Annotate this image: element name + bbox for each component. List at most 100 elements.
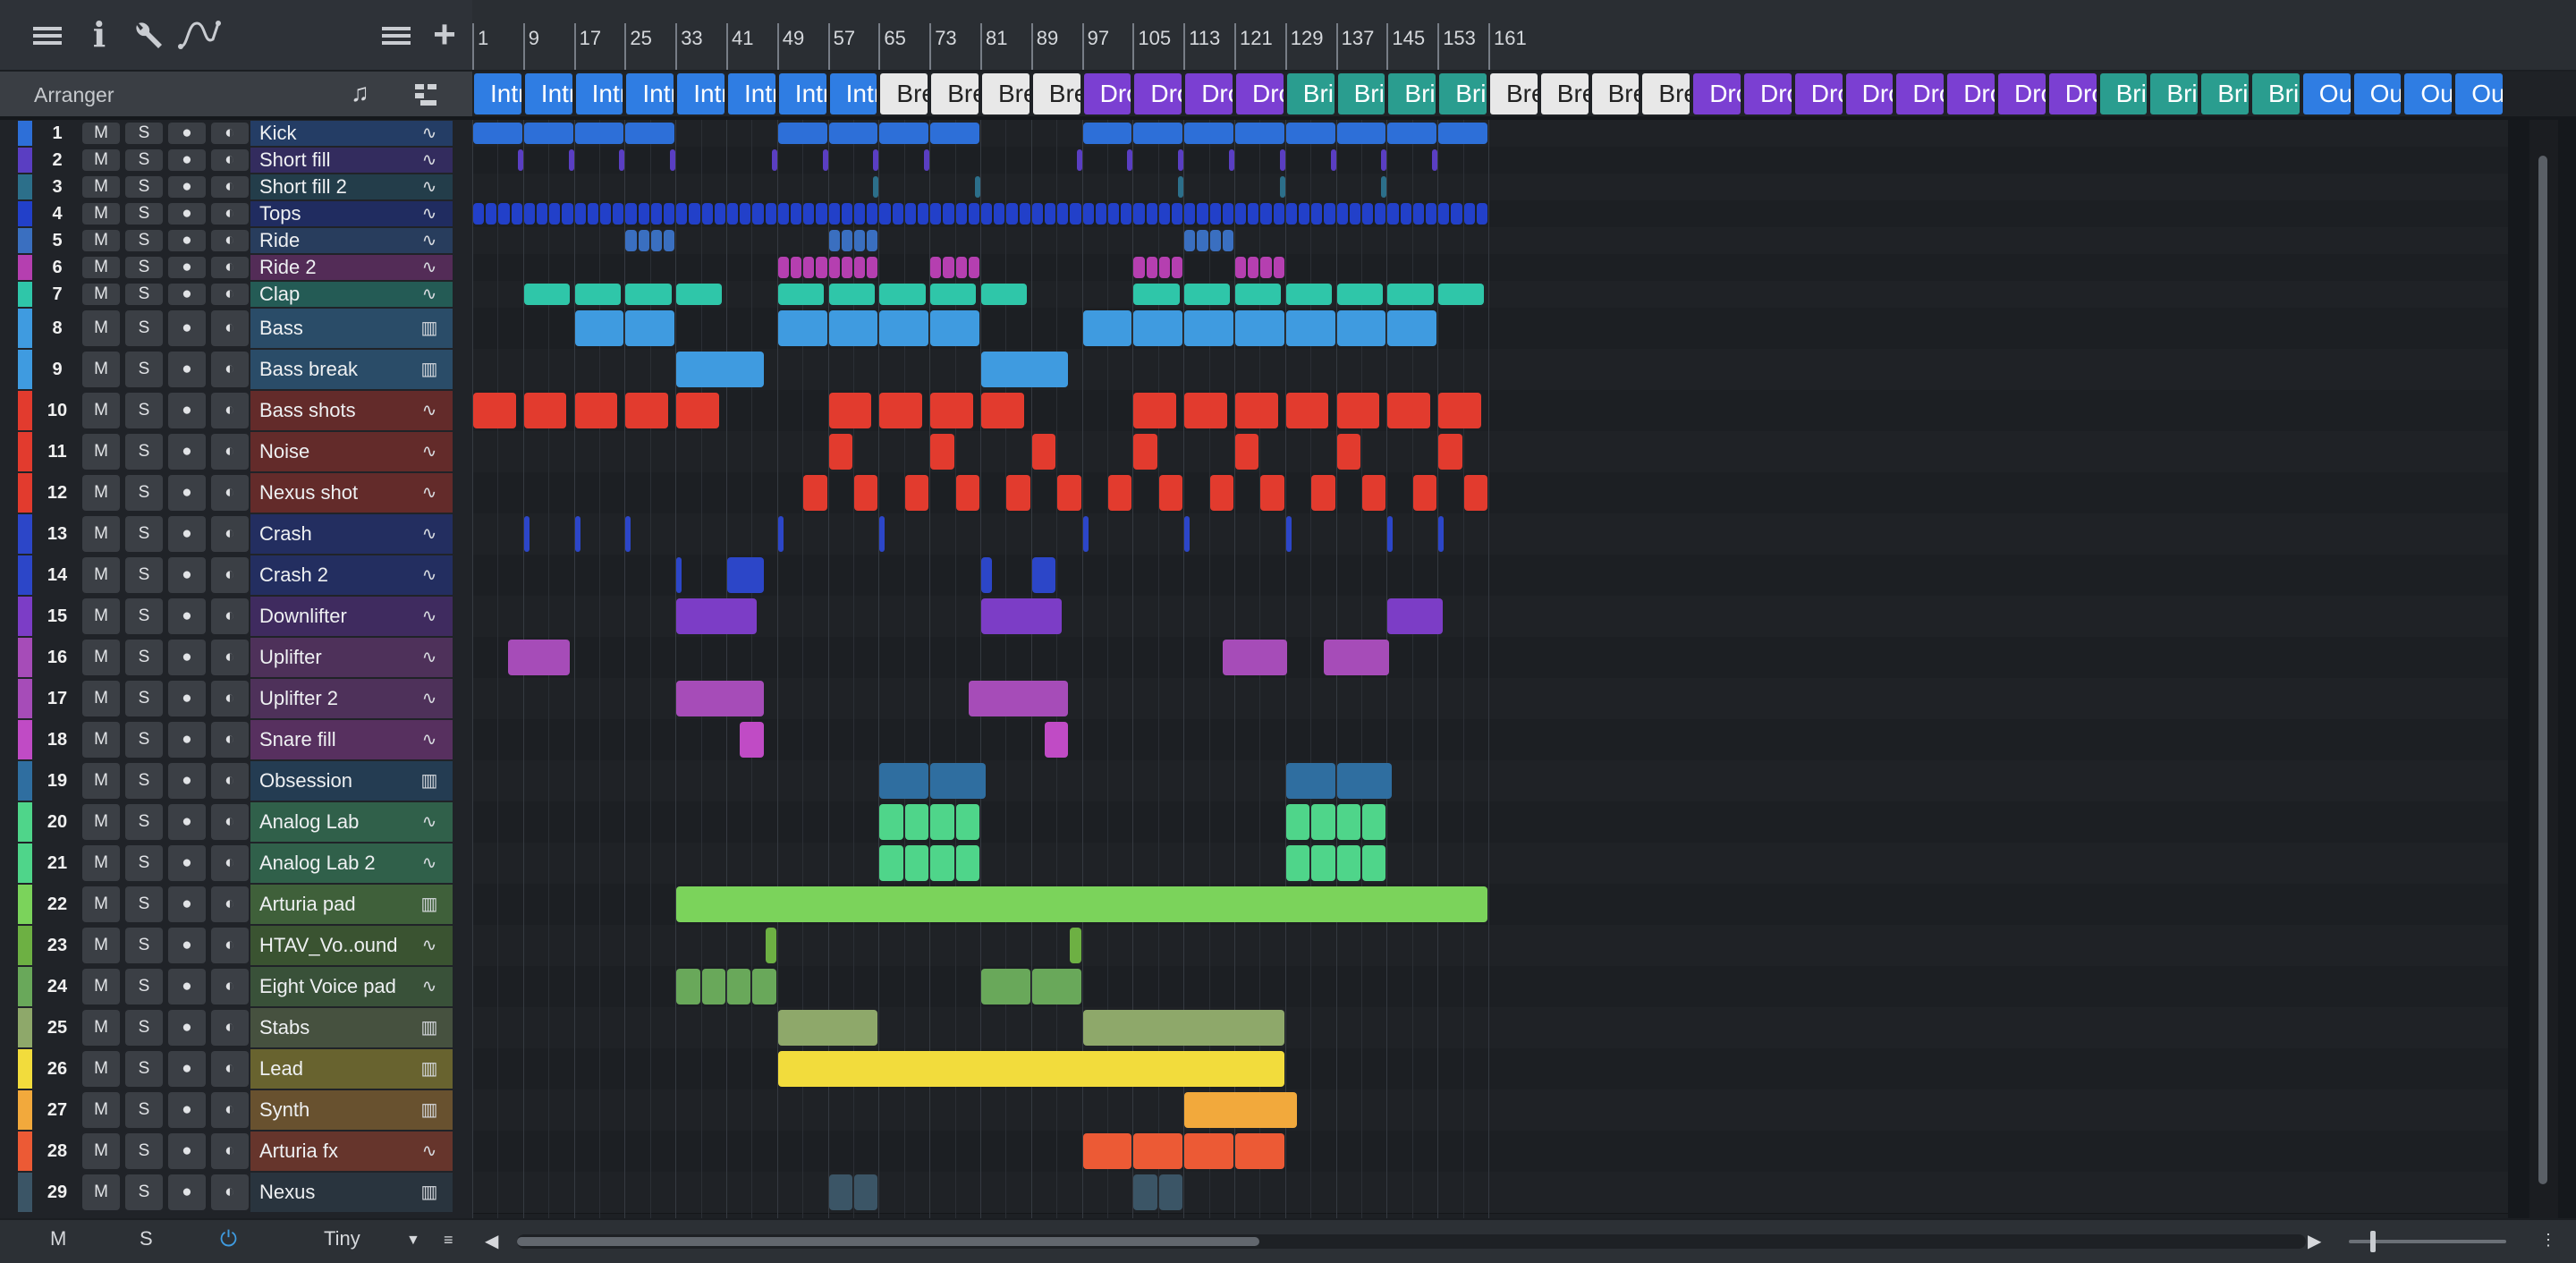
event-clip[interactable] (1031, 557, 1056, 593)
solo-button[interactable]: S (125, 1133, 163, 1169)
event-clip[interactable] (854, 203, 866, 225)
mute-button[interactable]: M (82, 434, 120, 470)
vertical-scroll-thumb[interactable] (2538, 156, 2547, 1184)
event-clip[interactable] (1336, 203, 1348, 225)
event-clip[interactable] (574, 516, 580, 552)
record-arm-button[interactable]: ● (168, 284, 206, 305)
event-clip[interactable] (574, 393, 618, 428)
solo-button[interactable]: S (125, 149, 163, 171)
event-clip[interactable] (1172, 257, 1183, 278)
event-clip[interactable] (1412, 203, 1424, 225)
event-clip[interactable] (828, 310, 878, 346)
event-clip[interactable] (498, 203, 510, 225)
list-options-icon[interactable]: ≡ (444, 1231, 453, 1250)
event-clip[interactable] (1031, 969, 1081, 1004)
event-clip[interactable] (828, 203, 840, 225)
track-row[interactable]: 4 M S ● ◐ Tops ∿ (0, 200, 472, 227)
monitor-button[interactable]: ◐ (211, 763, 249, 799)
event-clip[interactable] (803, 257, 815, 278)
event-clip[interactable] (1285, 284, 1333, 305)
event-clip[interactable] (1438, 203, 1450, 225)
solo-button[interactable]: S (125, 886, 163, 922)
event-clip[interactable] (994, 203, 1005, 225)
event-clip[interactable] (1311, 475, 1335, 511)
event-clip[interactable] (854, 230, 866, 251)
info-icon[interactable]: i (77, 13, 122, 57)
event-clip[interactable] (1082, 203, 1094, 225)
mute-button[interactable]: M (82, 203, 120, 225)
record-arm-button[interactable]: ● (168, 123, 206, 144)
event-clip[interactable] (676, 681, 764, 716)
section-bridge[interactable]: Bridge (2099, 73, 2148, 114)
event-clip[interactable] (828, 230, 840, 251)
track-row[interactable]: 6 M S ● ◐ Ride 2 ∿ (0, 254, 472, 281)
solo-button[interactable]: S (125, 257, 163, 278)
event-clip[interactable] (791, 203, 802, 225)
track-row[interactable]: 15 M S ● ◐ Downlifter ∿ (0, 596, 472, 637)
solo-button[interactable]: S (125, 176, 163, 198)
track-row[interactable]: 8 M S ● ◐ Bass ▥ (0, 308, 472, 349)
section-bridge[interactable]: Bridge (1388, 73, 1436, 114)
event-clip[interactable] (1324, 203, 1335, 225)
timeline-ruler[interactable]: 1 9 17 25 33 41 49 57 65 73 81 89 97 105 113 121 129 137 1… (472, 0, 2576, 72)
monitor-button[interactable]: ◐ (211, 475, 249, 511)
track-color-swatch[interactable] (18, 843, 32, 883)
event-clip[interactable] (1082, 1133, 1132, 1169)
event-clip[interactable] (1451, 203, 1462, 225)
event-clip[interactable] (943, 203, 954, 225)
event-clip[interactable] (904, 804, 929, 840)
event-clip[interactable] (777, 1051, 1284, 1087)
event-clip[interactable] (1235, 310, 1284, 346)
solo-button[interactable]: S (125, 203, 163, 225)
event-clip[interactable] (625, 230, 637, 251)
event-clip[interactable] (930, 845, 954, 881)
event-clip[interactable] (765, 203, 776, 225)
event-clip[interactable] (727, 969, 751, 1004)
solo-button[interactable]: S (125, 284, 163, 305)
event-clip[interactable] (1432, 149, 1438, 171)
scroll-left-icon[interactable]: ◀ (485, 1230, 498, 1252)
track-color-swatch[interactable] (18, 473, 32, 513)
event-clip[interactable] (1146, 257, 1157, 278)
solo-button[interactable]: S (125, 393, 163, 428)
event-clip[interactable] (816, 203, 827, 225)
event-clip[interactable] (549, 203, 561, 225)
track-color-swatch[interactable] (18, 282, 32, 307)
event-clip[interactable] (943, 257, 954, 278)
section-drop[interactable]: Drop (1744, 73, 1792, 114)
event-clip[interactable] (791, 257, 802, 278)
event-clip[interactable] (1133, 123, 1183, 144)
mute-button[interactable]: M (82, 1174, 120, 1210)
record-arm-button[interactable]: ● (168, 557, 206, 593)
section-drop[interactable]: Drop (2048, 73, 2097, 114)
event-clip[interactable] (955, 804, 979, 840)
event-clip[interactable] (1209, 230, 1221, 251)
solo-button[interactable]: S (125, 230, 163, 251)
event-clip[interactable] (523, 393, 567, 428)
track-row[interactable]: 1 M S ● ◐ Kick ∿ (0, 120, 472, 147)
event-clip[interactable] (1387, 393, 1431, 428)
event-clip[interactable] (1285, 203, 1297, 225)
event-clip[interactable] (930, 257, 942, 278)
event-clip[interactable] (1311, 203, 1323, 225)
track-color-swatch[interactable] (18, 1008, 32, 1047)
event-clip[interactable] (1082, 310, 1132, 346)
track-color-swatch[interactable] (18, 432, 32, 471)
event-clip[interactable] (771, 149, 777, 171)
monitor-button[interactable]: ◐ (211, 1174, 249, 1210)
list-icon[interactable] (374, 13, 419, 57)
event-clip[interactable] (930, 804, 954, 840)
mute-button[interactable]: M (82, 176, 120, 198)
event-clip[interactable] (1184, 1133, 1233, 1169)
event-clip[interactable] (777, 284, 825, 305)
horizontal-scrollbar[interactable] (517, 1234, 2306, 1249)
monitor-button[interactable]: ◐ (211, 969, 249, 1004)
track-color-swatch[interactable] (18, 350, 32, 389)
event-clip[interactable] (1006, 203, 1018, 225)
track-row[interactable]: 21 M S ● ◐ Analog Lab 2 ∿ (0, 843, 472, 884)
event-clip[interactable] (879, 763, 929, 799)
event-clip[interactable] (1235, 434, 1259, 470)
event-clip[interactable] (574, 203, 586, 225)
track-row[interactable]: 25 M S ● ◐ Stabs ▥ (0, 1007, 472, 1048)
track-row[interactable]: 22 M S ● ◐ Arturia pad ▥ (0, 884, 472, 925)
